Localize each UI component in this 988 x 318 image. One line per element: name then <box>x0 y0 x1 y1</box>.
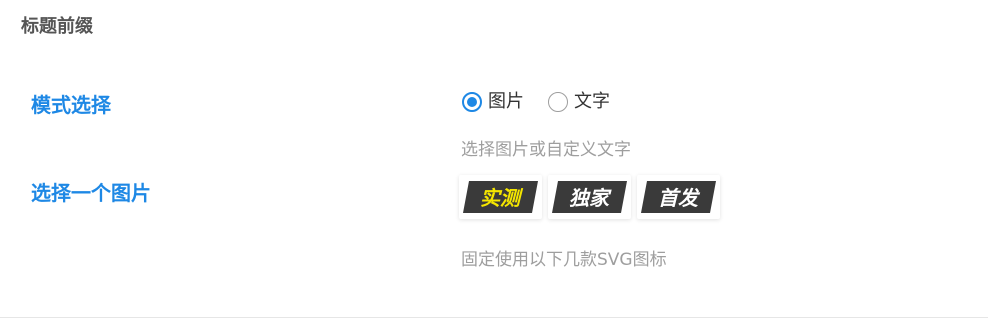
dujia-badge-icon: 独家 <box>552 181 627 213</box>
mode-hint: 选择图片或自定义文字 <box>461 140 631 160</box>
shice-badge-icon: 实测 <box>463 181 538 213</box>
shoufa-badge-icon: 首发 <box>641 181 716 213</box>
radio-option-image[interactable]: 图片 <box>462 90 524 114</box>
image-hint: 固定使用以下几款SVG图标 <box>461 250 667 270</box>
image-select-label: 选择一个图片 <box>31 181 151 205</box>
radio-label-image[interactable]: 图片 <box>488 90 524 114</box>
section-title: 标题前缀 <box>21 16 93 37</box>
image-option-shoufa[interactable]: 首发 <box>637 175 720 219</box>
radio-button-text[interactable] <box>548 92 568 112</box>
dujia-badge-text: 独家 <box>569 186 612 210</box>
shoufa-badge-text: 首发 <box>658 186 701 210</box>
mode-radio-group: 图片 文字 <box>462 88 634 116</box>
shice-badge-text: 实测 <box>480 186 524 210</box>
radio-option-text[interactable]: 文字 <box>548 90 610 114</box>
radio-button-image[interactable] <box>462 92 482 112</box>
mode-select-label: 模式选择 <box>31 93 111 117</box>
image-option-shice[interactable]: 实测 <box>459 175 542 219</box>
radio-label-text[interactable]: 文字 <box>574 90 610 114</box>
image-option-dujia[interactable]: 独家 <box>548 175 631 219</box>
